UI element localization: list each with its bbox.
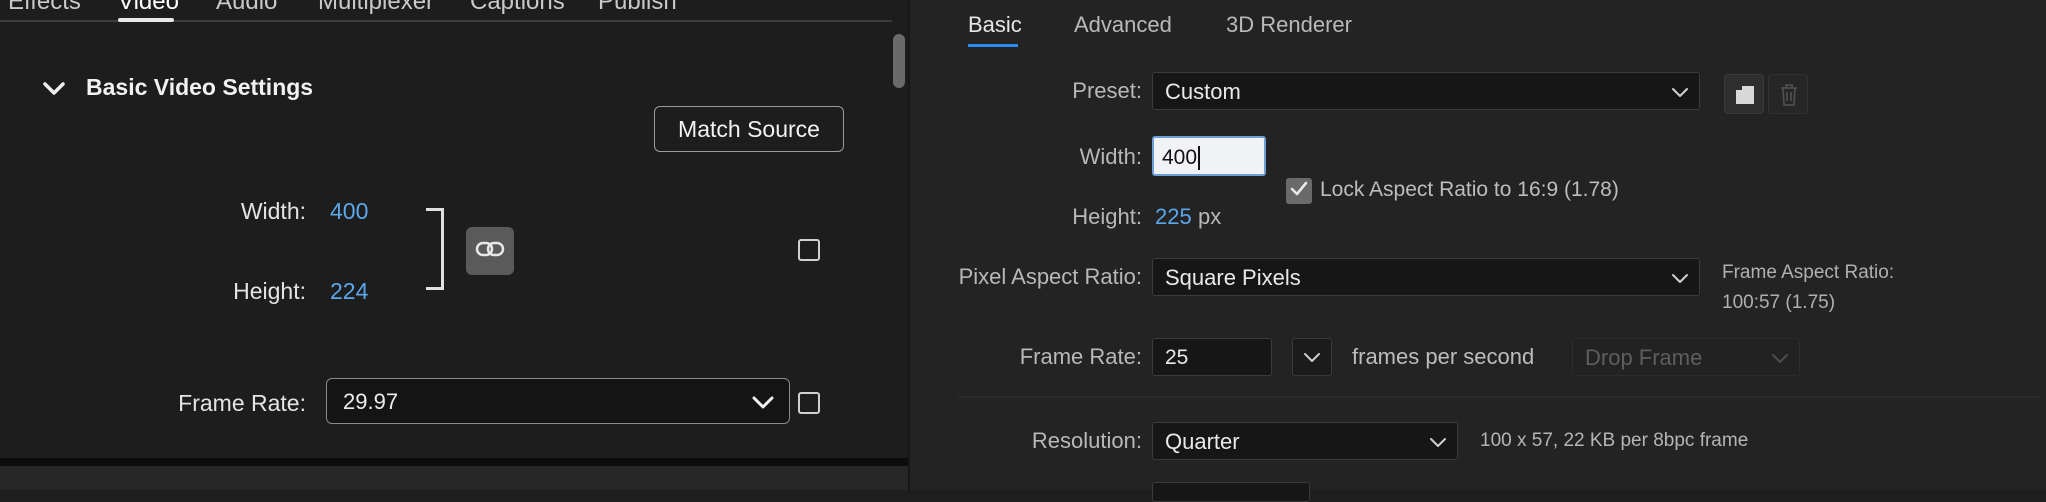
save-preset-button[interactable] <box>1724 74 1764 114</box>
resolution-select[interactable]: Quarter <box>1152 422 1458 460</box>
height-value[interactable]: 225 <box>1155 204 1192 230</box>
export-settings-panel: Effects Video Audio Multiplexer Captions… <box>0 0 908 490</box>
lock-aspect-label[interactable]: Lock Aspect Ratio to 16:9 (1.78) <box>1320 178 1619 202</box>
frame-rate-label: Frame Rate: <box>1019 344 1142 369</box>
frame-rate-presets-button[interactable] <box>1292 338 1332 376</box>
tab-effects[interactable]: Effects <box>8 0 81 16</box>
link-icon <box>475 240 505 263</box>
chevron-down-icon <box>1771 351 1789 365</box>
link-bracket <box>426 208 444 290</box>
active-tab-indicator <box>968 44 1018 47</box>
resolution-value: Quarter <box>1165 429 1240 454</box>
section-divider <box>958 396 2040 398</box>
chevron-down-icon <box>1671 271 1689 285</box>
frame-aspect-ratio-value: 100:57 (1.75) <box>1722 292 1836 313</box>
trash-icon <box>1778 83 1800 112</box>
pixel-aspect-ratio-label: Pixel Aspect Ratio: <box>958 264 1142 289</box>
chevron-down-icon <box>1429 435 1447 449</box>
left-tab-bar: Effects Video Audio Multiplexer Captions… <box>0 0 892 20</box>
chevron-down-icon <box>1303 350 1321 369</box>
preset-label: Preset: <box>1072 78 1142 103</box>
panel-footer-divider <box>0 458 908 466</box>
resolution-label: Resolution: <box>1031 428 1142 453</box>
tab-publish[interactable]: Publish <box>598 0 677 16</box>
text-caret <box>1198 146 1200 170</box>
frame-rate-value: 25 <box>1165 346 1189 369</box>
tab-video[interactable]: Video <box>118 0 179 16</box>
chevron-down-icon <box>751 392 775 412</box>
frame-rate-input[interactable]: 25 <box>1152 338 1272 376</box>
lock-aspect-checkbox[interactable] <box>1286 178 1312 204</box>
tab-audio[interactable]: Audio <box>216 0 277 16</box>
panel-footer <box>0 466 908 490</box>
tab-advanced[interactable]: Advanced <box>1074 12 1172 38</box>
drop-frame-value: Drop Frame <box>1585 345 1703 370</box>
width-input-value: 400 <box>1162 146 1198 169</box>
constrain-proportions-button[interactable] <box>466 227 514 275</box>
start-timecode-field[interactable] <box>1152 482 1310 502</box>
active-tab-indicator <box>118 18 174 22</box>
save-icon <box>1734 84 1756 111</box>
tab-3d-renderer[interactable]: 3D Renderer <box>1226 12 1352 38</box>
width-input[interactable]: 400 <box>1152 136 1266 176</box>
tab-basic[interactable]: Basic <box>968 12 1022 38</box>
drop-frame-select: Drop Frame <box>1572 338 1800 376</box>
height-label: Height: <box>1072 204 1142 229</box>
checkmark-icon <box>1290 181 1308 202</box>
width-label: Width: <box>240 198 306 224</box>
frame-rate-select[interactable]: 29.97 <box>326 378 790 424</box>
pixel-aspect-ratio-select[interactable]: Square Pixels <box>1152 258 1700 296</box>
chevron-down-icon[interactable] <box>40 76 68 102</box>
height-value[interactable]: 224 <box>330 278 368 305</box>
preset-select[interactable]: Custom <box>1152 72 1700 110</box>
preset-value: Custom <box>1165 79 1241 104</box>
section-title: Basic Video Settings <box>86 74 314 100</box>
frame-aspect-ratio-label: Frame Aspect Ratio: <box>1722 262 1895 283</box>
frame-rate-unit: frames per second <box>1352 344 1535 369</box>
frame-rate-label: Frame Rate: <box>178 390 306 416</box>
frame-rate-override-checkbox[interactable] <box>798 392 820 414</box>
tab-multiplexer[interactable]: Multiplexer <box>318 0 434 16</box>
scrollbar-thumb[interactable] <box>893 34 905 88</box>
match-source-button[interactable]: Match Source <box>654 106 844 152</box>
frame-rate-value: 29.97 <box>343 389 399 414</box>
resolution-override-checkbox[interactable] <box>798 239 820 261</box>
width-label: Width: <box>1079 144 1142 169</box>
tab-captions[interactable]: Captions <box>470 0 565 16</box>
resolution-info: 100 x 57, 22 KB per 8bpc frame <box>1480 430 1749 451</box>
height-label: Height: <box>233 278 306 304</box>
pixel-aspect-ratio-value: Square Pixels <box>1165 265 1301 290</box>
delete-preset-button[interactable] <box>1768 74 1808 114</box>
chevron-down-icon <box>1671 85 1689 99</box>
height-unit: px <box>1198 204 1222 229</box>
width-value[interactable]: 400 <box>330 198 368 225</box>
